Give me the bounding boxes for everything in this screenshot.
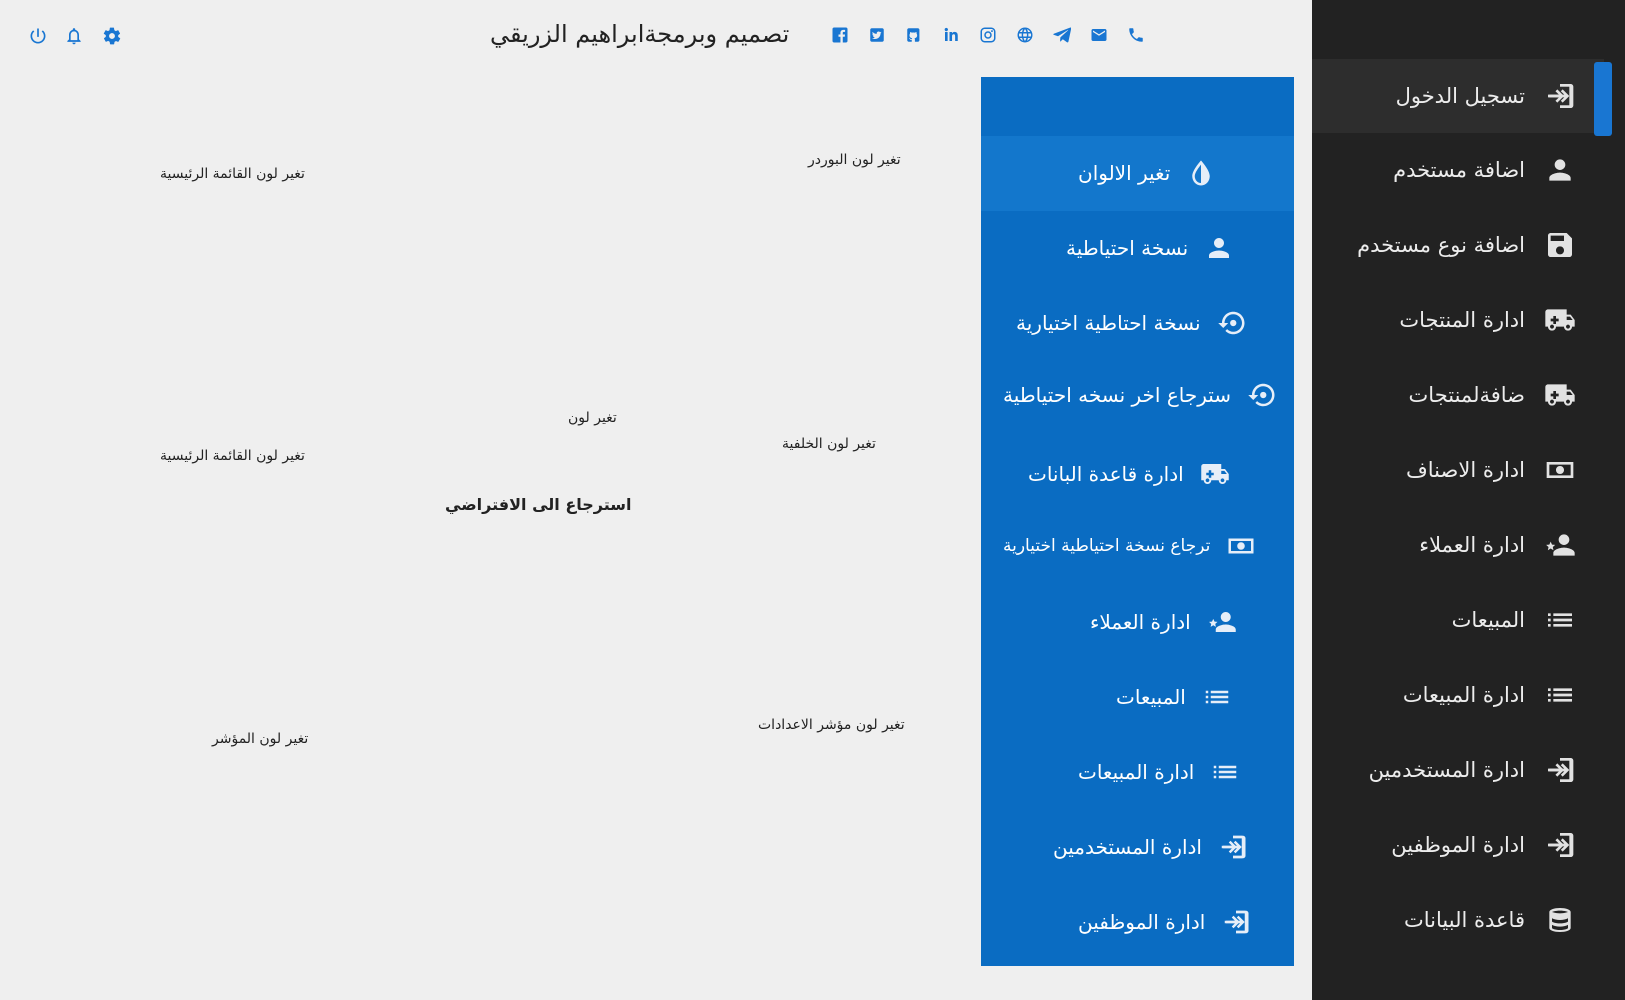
- sidebar-item-database[interactable]: قاعدة البيانات: [1404, 890, 1577, 950]
- submenu-item-label: ترجاع نسخة احتياطية اختيارية: [1003, 536, 1211, 556]
- submenu-item-label: ادارة العملاء: [1090, 610, 1191, 634]
- sidebar-item-categories[interactable]: ادارة الاصناف: [1406, 440, 1577, 500]
- globe-icon[interactable]: [1016, 26, 1034, 44]
- cursor-color-label[interactable]: تغير لون المؤشر: [212, 731, 308, 747]
- sidebar-item-customers[interactable]: ادارة العملاء: [1419, 515, 1577, 575]
- list-icon: [1208, 755, 1242, 789]
- submenu-item-label: ادارة المستخدمين: [1053, 835, 1202, 859]
- sidebar-item-label: ادارة الاصناف: [1406, 458, 1525, 482]
- submenu-item-sales-management[interactable]: ادارة المبيعات: [1078, 746, 1242, 798]
- submenu-item-restore-last[interactable]: سترجاع اخر نسخه احتياطية: [1003, 369, 1279, 421]
- border-color-label[interactable]: تغير لون البوردر: [808, 152, 901, 168]
- submenu-item-label: نسخة احتياطية: [1066, 236, 1189, 260]
- user-star-icon: [1543, 528, 1577, 562]
- sidebar-item-login[interactable]: تسجيل الدخول: [1396, 66, 1577, 126]
- sidebar-item-products-management[interactable]: ادارة المنتجات: [1399, 290, 1577, 350]
- github-icon[interactable]: [905, 26, 923, 44]
- login-icon: [1543, 753, 1577, 787]
- color-label[interactable]: تغير لون: [568, 410, 617, 426]
- user-icon: [1543, 153, 1577, 187]
- sidebar-item-add-products[interactable]: ضافةلمنتجات: [1409, 365, 1577, 425]
- truck-icon: [1543, 303, 1577, 337]
- submenu-item-colors[interactable]: تغير الالوان: [1078, 147, 1218, 199]
- main-menu-color-label-2[interactable]: تغير لون القائمة الرئيسية: [160, 448, 305, 464]
- sidebar-item-label: قاعدة البيانات: [1404, 908, 1525, 932]
- sidebar-item-label: ادارة المبيعات: [1402, 683, 1525, 707]
- page-title: تصميم وبرمجةابراهيم الزريقي: [490, 20, 790, 48]
- gear-icon[interactable]: [102, 26, 122, 46]
- email-icon[interactable]: [1090, 26, 1108, 44]
- social-links: [831, 26, 1145, 44]
- sidebar-item-label: المبيعات: [1451, 608, 1525, 632]
- restore-icon: [1215, 306, 1249, 340]
- sidebar-item-label: ادارة المستخدمين: [1368, 758, 1525, 782]
- sidebar-item-sales-management[interactable]: ادارة المبيعات: [1403, 665, 1577, 725]
- truck-icon: [1543, 378, 1577, 412]
- submenu-item-label: ادارة الموظفين: [1078, 910, 1206, 934]
- facebook-icon[interactable]: [831, 26, 849, 44]
- submenu-item-employees[interactable]: ادارة الموظفين: [1078, 896, 1253, 948]
- sidebar-item-employees[interactable]: ادارة الموظفين: [1391, 815, 1577, 875]
- drop-icon: [1184, 156, 1218, 190]
- submenu-item-label: ادارة قاعدة البانات: [1028, 462, 1184, 486]
- phone-icon[interactable]: [1127, 26, 1145, 44]
- money-icon: [1224, 529, 1258, 563]
- submenu-item-label: ادارة المبيعات: [1078, 760, 1195, 784]
- submenu-item-label: نسخة احتاطية اختيارية: [1016, 311, 1201, 335]
- sidebar-item-label: ادارة الموظفين: [1391, 833, 1525, 857]
- save-icon: [1543, 228, 1577, 262]
- user-star-icon: [1205, 605, 1239, 639]
- restore-icon: [1245, 378, 1279, 412]
- telegram-icon[interactable]: [1053, 26, 1071, 44]
- bell-icon[interactable]: [64, 26, 84, 46]
- instagram-icon[interactable]: [979, 26, 997, 44]
- sidebar-item-label: ادارة المنتجات: [1399, 308, 1525, 332]
- database-icon: [1543, 903, 1577, 937]
- sidebar-item-label: اضافة نوع مستخدم: [1357, 233, 1525, 257]
- sidebar-item-add-user[interactable]: اضافة مستخدم: [1393, 140, 1577, 200]
- sidebar-item-label: تسجيل الدخول: [1395, 84, 1525, 108]
- submenu-item-customers[interactable]: ادارة العملاء: [1090, 596, 1239, 648]
- login-icon: [1219, 905, 1253, 939]
- submenu-item-label: تغير الالوان: [1078, 161, 1171, 185]
- submenu-item-optional-backup[interactable]: نسخة احتاطية اختيارية: [1016, 297, 1249, 349]
- sidebar-item-users-management[interactable]: ادارة المستخدمين: [1369, 740, 1577, 800]
- sidebar-active-indicator: [1594, 62, 1612, 136]
- user-icon: [1202, 231, 1236, 265]
- submenu-item-label: سترجاع اخر نسخه احتياطية: [1003, 383, 1232, 407]
- submenu-item-database[interactable]: ادارة قاعدة البانات: [1028, 448, 1232, 500]
- submenu-item-backup[interactable]: نسخة احتياطية: [1066, 222, 1236, 274]
- reset-default-button[interactable]: استرجاع الى الافتراضي: [445, 495, 631, 514]
- sidebar-item-label: ادارة العملاء: [1419, 533, 1525, 557]
- list-icon: [1543, 603, 1577, 637]
- list-icon: [1200, 680, 1234, 714]
- login-icon: [1543, 828, 1577, 862]
- submenu-item-users-management[interactable]: ادارة المستخدمين: [1053, 821, 1250, 873]
- submenu-item-label: المبيعات: [1116, 685, 1186, 709]
- truck-icon: [1198, 457, 1232, 491]
- main-menu-color-label[interactable]: تغير لون القائمة الرئيسية: [160, 166, 305, 182]
- list-icon: [1543, 678, 1577, 712]
- power-icon[interactable]: [28, 26, 48, 46]
- money-icon: [1543, 453, 1577, 487]
- submenu-item-sales[interactable]: المبيعات: [1116, 671, 1234, 723]
- sidebar-item-add-user-type[interactable]: اضافة نوع مستخدم: [1357, 215, 1577, 275]
- login-icon: [1543, 79, 1577, 113]
- login-icon: [1216, 830, 1250, 864]
- submenu-item-restore-optional[interactable]: ترجاع نسخة احتياطية اختيارية: [1003, 520, 1258, 572]
- settings-indicator-color-label[interactable]: تغير لون مؤشر الاعدادات: [758, 717, 905, 733]
- sidebar-item-label: ضافةلمنتجات: [1408, 383, 1525, 407]
- background-color-label[interactable]: تغير لون الخلفية: [782, 436, 876, 452]
- twitter-icon[interactable]: [868, 26, 886, 44]
- sidebar-item-sales[interactable]: المبيعات: [1452, 590, 1577, 650]
- sidebar-item-label: اضافة مستخدم: [1393, 158, 1525, 182]
- linkedin-icon[interactable]: [942, 26, 960, 44]
